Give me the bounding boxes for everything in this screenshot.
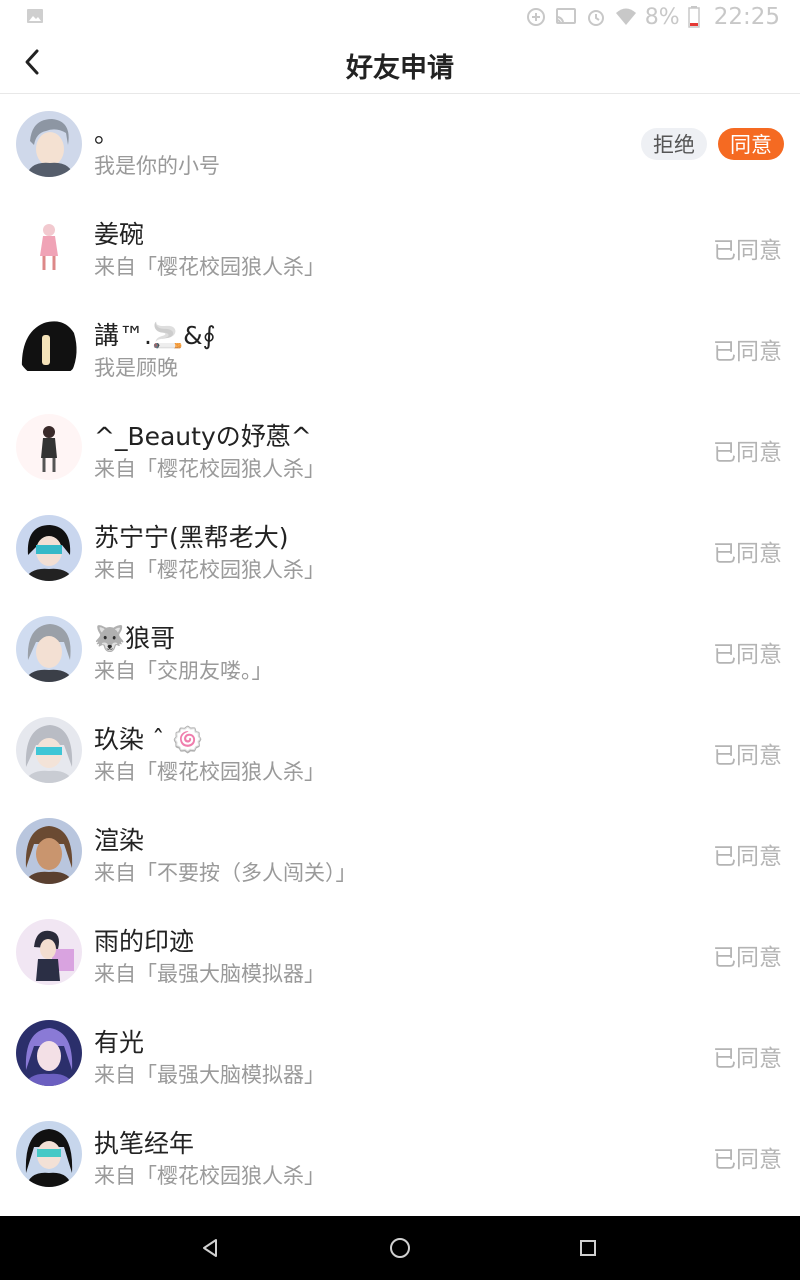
reject-button[interactable]: 拒绝 [641,128,707,160]
friend-request-item[interactable]: 执笔经年 来自「樱花校园狼人杀」 已同意 [0,1105,800,1206]
avatar[interactable] [16,1121,82,1187]
friend-request-item[interactable]: 苏宁宁(黑帮老大) 来自「樱花校园狼人杀」 已同意 [0,499,800,600]
avatar[interactable] [16,111,82,177]
data-saver-icon [525,6,547,28]
page-title: 好友申请 [346,53,454,84]
status-label: 已同意 [713,844,782,870]
request-name: 🐺狼哥 [94,624,176,653]
avatar[interactable] [16,717,82,783]
alarm-icon [585,6,607,28]
status-label: 已同意 [713,238,782,264]
nav-home-icon[interactable] [384,1232,416,1264]
request-name: 姜碗 [94,220,145,249]
friend-request-item[interactable]: 有光 来自「最强大脑模拟器」 已同意 [0,1004,800,1105]
avatar[interactable] [16,1020,82,1086]
avatar[interactable] [16,313,82,379]
status-bar: 8% 22:25 [0,0,800,34]
friend-request-item[interactable]: 雨的印迹 来自「最强大脑模拟器」 已同意 [0,903,800,1004]
avatar[interactable] [16,818,82,884]
request-name: 有光 [94,1028,145,1057]
avatar[interactable] [16,919,82,985]
avatar[interactable] [16,616,82,682]
wifi-icon [615,6,637,28]
request-source: 来自「樱花校园狼人杀」 [94,255,325,279]
request-message: 我是你的小号 [94,154,220,178]
status-label: 已同意 [713,1046,782,1072]
nav-back-icon[interactable] [194,1232,226,1264]
request-source: 来自「不要按（多人闯关）」 [94,861,357,885]
request-name: 玖染 ˆ 🍥 [94,725,204,754]
friend-request-item[interactable]: 。 我是你的小号 拒绝 同意 [0,95,800,196]
request-source: 来自「交朋友喽。」 [94,659,273,683]
status-label: 已同意 [713,541,782,567]
request-source: 来自「樱花校园狼人杀」 [94,1164,325,1188]
request-source: 来自「樱花校园狼人杀」 [94,760,325,784]
avatar[interactable] [16,414,82,480]
status-label: 已同意 [713,743,782,769]
avatar[interactable] [16,212,82,278]
request-message: 我是顾晚 [94,356,178,380]
system-navigation-bar [0,1216,800,1280]
agree-button[interactable]: 同意 [718,128,784,160]
status-label: 已同意 [713,1147,782,1173]
friend-request-item[interactable]: 講™.🚬&∮ 我是顾晚 已同意 [0,297,800,398]
friend-request-item[interactable]: 渲染 来自「不要按（多人闯关）」 已同意 [0,802,800,903]
request-name: 渲染 [94,826,145,855]
status-label: 已同意 [713,339,782,365]
request-source: 来自「最强大脑模拟器」 [94,962,325,986]
friend-request-item[interactable]: 🐺狼哥 来自「交朋友喽。」 已同意 [0,600,800,701]
image-icon [26,7,44,25]
request-source: 来自「樱花校园狼人杀」 [94,558,325,582]
battery-icon [687,6,700,28]
friend-request-item[interactable]: 玖染 ˆ 🍥 来自「樱花校园狼人杀」 已同意 [0,701,800,802]
friend-request-item[interactable]: 姜碗 来自「樱花校园狼人杀」 已同意 [0,196,800,297]
friend-request-item[interactable]: ^_Beautyの妤蒽^ 来自「樱花校园狼人杀」 已同意 [0,398,800,499]
request-name: ^_Beautyの妤蒽^ [94,422,312,451]
status-label: 已同意 [713,642,782,668]
cast-icon [555,6,577,28]
clock: 22:25 [713,4,780,30]
request-name: 执笔经年 [94,1129,195,1158]
nav-recents-icon[interactable] [572,1232,604,1264]
battery-percent: 8% [644,4,680,30]
avatar[interactable] [16,515,82,581]
request-name: 雨的印迹 [94,927,195,956]
friend-request-list: 。 我是你的小号 拒绝 同意 姜碗 来自「樱花校园狼人杀」 已同意 講™.🚬&∮… [0,95,800,1206]
request-source: 来自「樱花校园狼人杀」 [94,457,325,481]
request-name: 苏宁宁(黑帮老大) [94,523,289,552]
header: 好友申请 [0,34,800,94]
request-name: 。 [94,119,120,148]
status-label: 已同意 [713,440,782,466]
status-label: 已同意 [713,945,782,971]
request-name: 講™.🚬&∮ [94,321,216,350]
request-source: 来自「最强大脑模拟器」 [94,1063,325,1087]
